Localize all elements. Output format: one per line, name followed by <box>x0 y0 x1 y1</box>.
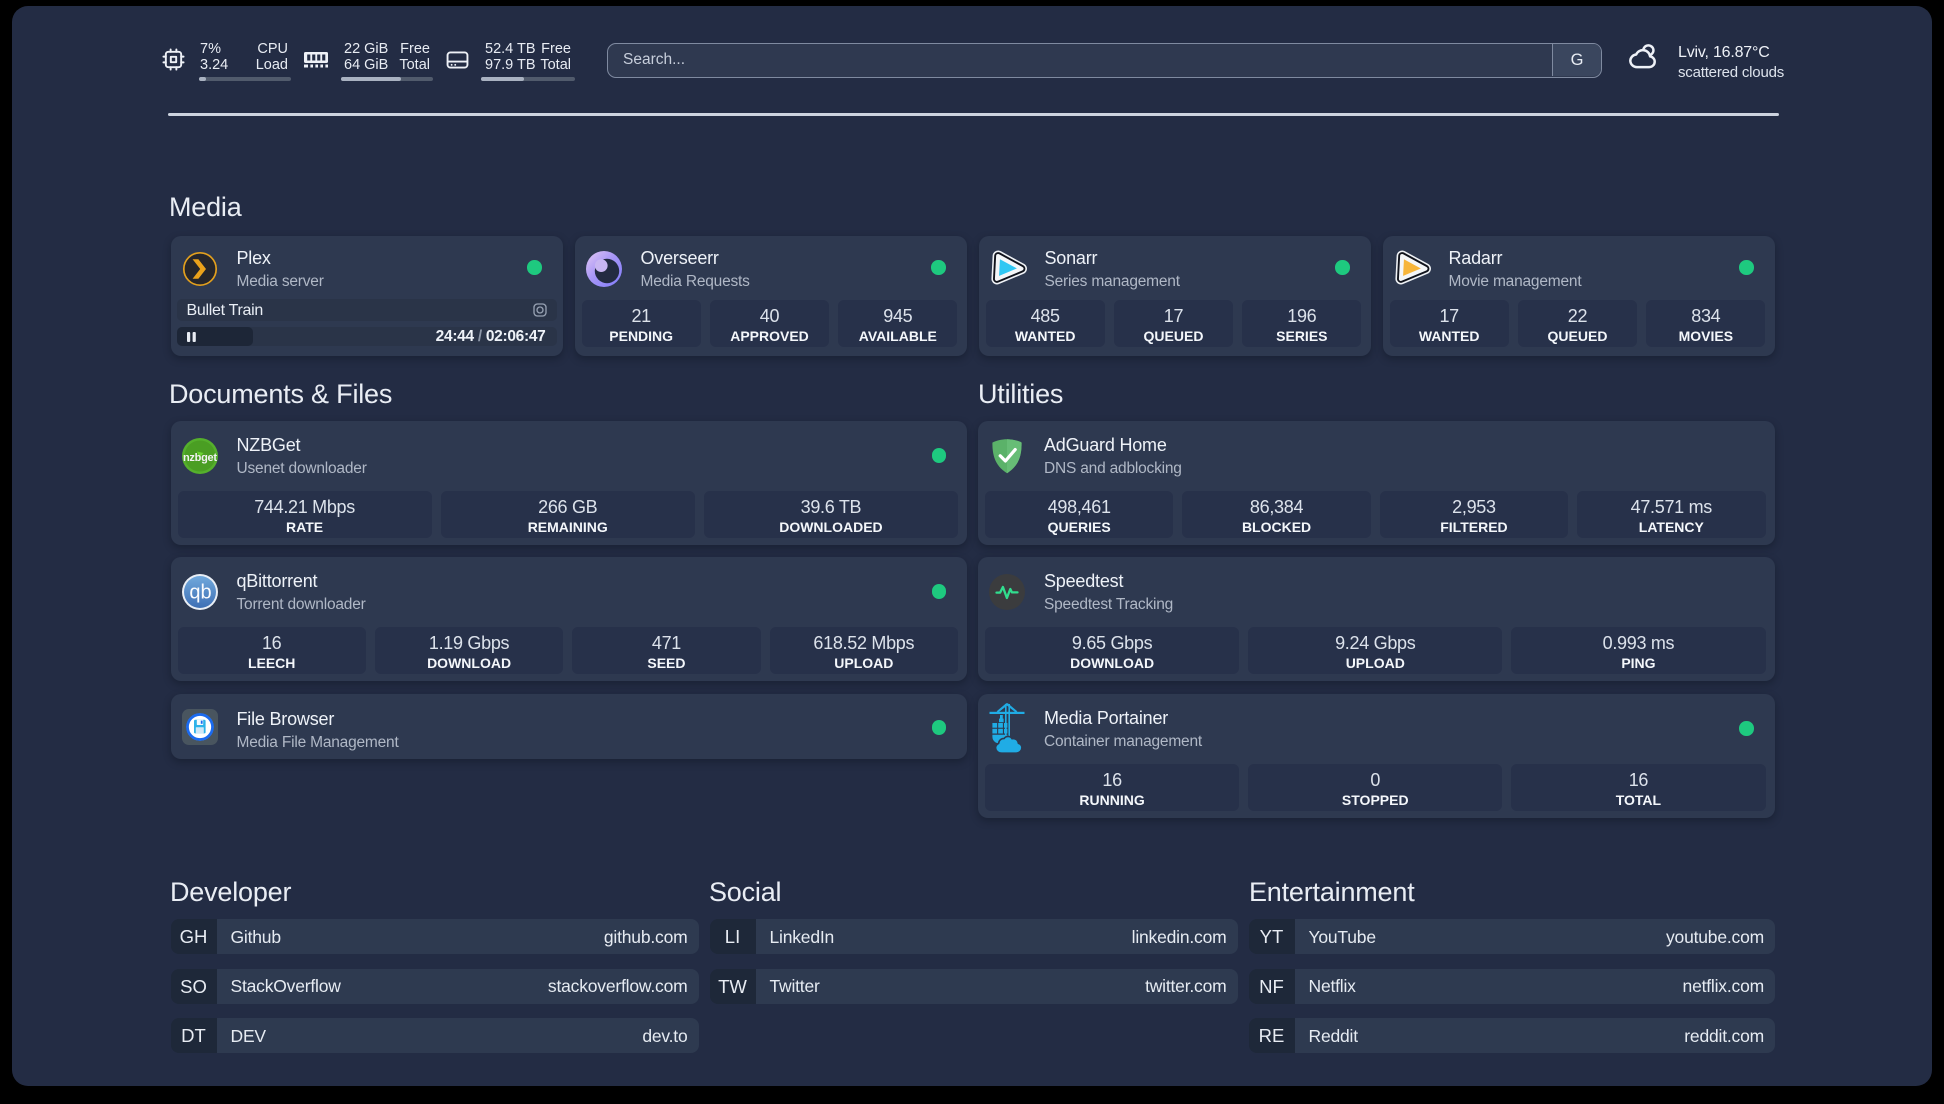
svg-text:qb: qb <box>189 582 211 604</box>
svg-text:nzbget: nzbget <box>183 452 217 464</box>
